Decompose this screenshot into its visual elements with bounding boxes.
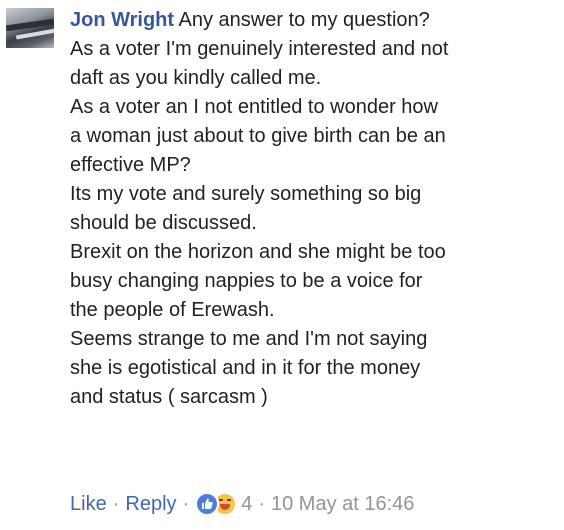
comment-line: Jon Wright Any answer to my question? (70, 6, 560, 35)
comment-line: daft as you kindly called me. (70, 67, 322, 89)
haha-mouth (220, 504, 231, 510)
comment-line: the people of Erewash. (70, 299, 275, 321)
haha-eye (219, 499, 224, 501)
comment: Jon Wright Any answer to my question? As… (0, 0, 564, 530)
comment-line: Brexit on the horizon and she might be t… (70, 241, 446, 263)
like-reaction-icon (195, 492, 220, 516)
comment-text: Any answer to my question? (178, 9, 430, 31)
like-link[interactable]: Like (70, 490, 107, 518)
author-name[interactable]: Jon Wright (70, 9, 174, 31)
comment-line: and status ( sarcasm ) (70, 386, 268, 408)
comment-line: As a voter I'm genuinely interested and … (70, 38, 449, 60)
reactions-summary[interactable]: 4 (195, 490, 252, 518)
separator-dot: · (182, 493, 190, 515)
separator-dot: · (258, 493, 265, 515)
comment-line: effective MP? (70, 154, 191, 176)
comment-line: Seems strange to me and I'm not saying (70, 328, 428, 350)
haha-eye (227, 499, 232, 501)
avatar-image-detail (15, 28, 54, 40)
timestamp[interactable]: 10 May at 16:46 (271, 490, 414, 518)
comment-line: a woman just about to give birth can be … (70, 125, 446, 147)
comment-line: Its my vote and surely something so big (70, 183, 422, 205)
comment-line: As a voter an I not entitled to wonder h… (70, 96, 438, 118)
comment-actions: Like · Reply · 4 · 10 May at 16:46 (70, 490, 414, 518)
separator-dot: · (112, 493, 120, 515)
comment-body: Jon Wright Any answer to my question? As… (70, 6, 560, 412)
comment-line: busy changing nappies to be a voice for (70, 270, 423, 292)
reply-link[interactable]: Reply (125, 490, 176, 518)
comment-line: she is egotistical and in it for the mon… (70, 357, 421, 379)
avatar[interactable] (6, 8, 54, 48)
comment-line: should be discussed. (70, 212, 257, 234)
reaction-count: 4 (241, 493, 253, 515)
